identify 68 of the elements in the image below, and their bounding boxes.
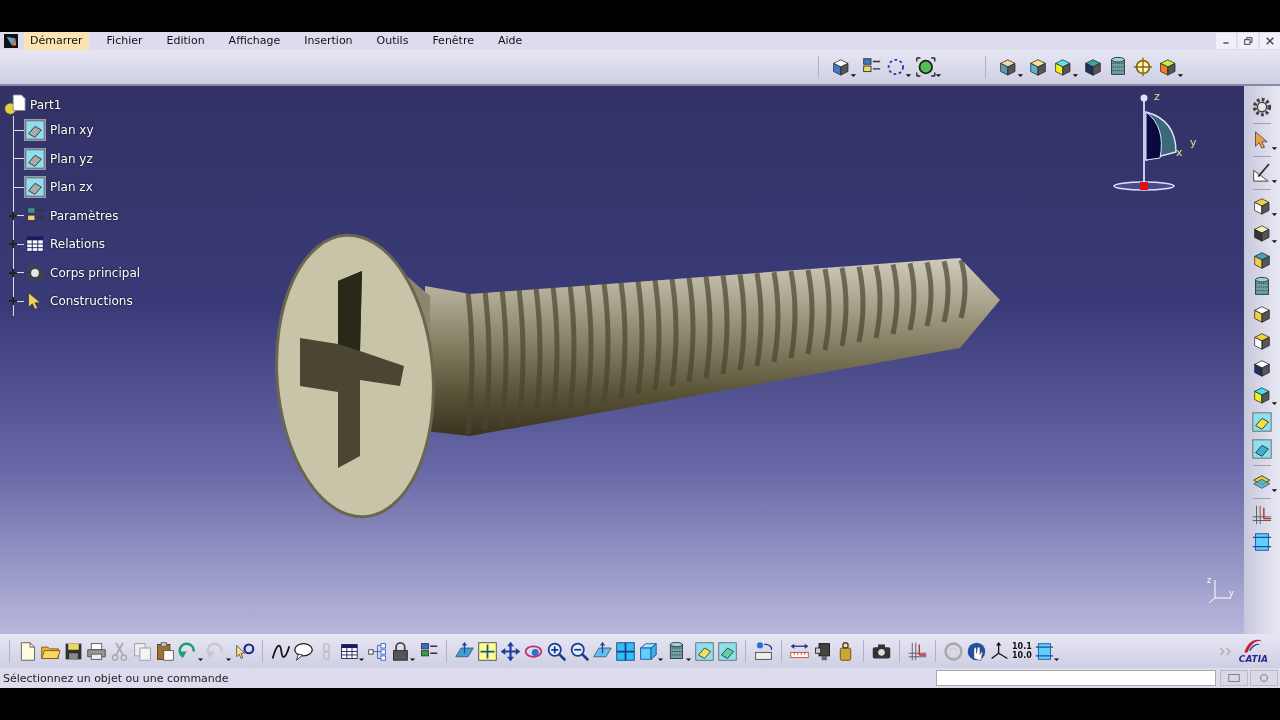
compass-drawing[interactable] — [1113, 94, 1177, 191]
target-icon[interactable] — [915, 56, 942, 78]
block-icon[interactable] — [1157, 56, 1184, 78]
tree-item[interactable]: Corps principal — [50, 265, 141, 280]
speech-bubble-icon[interactable] — [293, 640, 314, 662]
lock-icon[interactable] — [390, 640, 416, 662]
panel-button[interactable] — [1220, 670, 1248, 686]
menu-item[interactable]: Fichier — [100, 32, 149, 50]
status-message: Sélectionnez un objet ou une commande — [2, 671, 229, 685]
expand-toggle[interactable] — [8, 296, 18, 307]
block-icon[interactable] — [1027, 56, 1049, 78]
units-button[interactable]: 10.1 10.0 — [1012, 642, 1032, 660]
axes-icon[interactable] — [989, 640, 1010, 662]
menu-item[interactable]: Edition — [160, 32, 211, 50]
restore-icon[interactable] — [1238, 33, 1258, 49]
minimize-icon[interactable] — [1216, 33, 1236, 49]
plane-icon — [24, 147, 46, 170]
clipboard-icon[interactable] — [155, 640, 176, 662]
expand-toggle[interactable] — [8, 239, 18, 250]
expand-toggle[interactable] — [8, 210, 18, 221]
zoom-in-icon[interactable] — [546, 640, 567, 662]
gear-icon — [24, 261, 46, 284]
multi-view-icon[interactable] — [615, 640, 636, 662]
cube-icon[interactable] — [1052, 56, 1079, 78]
axis-icon — [1208, 579, 1232, 604]
axis-label: z — [1154, 90, 1160, 103]
tree-item[interactable]: Plan zx — [50, 180, 93, 195]
menu-item[interactable]: Démarrer — [24, 32, 89, 50]
menu-item[interactable]: Insertion — [298, 32, 359, 50]
printer-icon[interactable] — [86, 640, 107, 662]
logo-text: CATIA — [1238, 654, 1268, 664]
ring-icon[interactable] — [885, 56, 912, 78]
settings-icon[interactable] — [1251, 96, 1273, 118]
fit-all-icon[interactable] — [477, 640, 498, 662]
tree-item[interactable]: Plan xy — [50, 123, 94, 138]
tree-item[interactable]: Paramètres — [50, 208, 119, 223]
cube-icon[interactable] — [1251, 384, 1278, 406]
block-icon[interactable] — [997, 56, 1024, 78]
menu-item[interactable]: Affichage — [222, 32, 287, 50]
pan-icon[interactable] — [500, 640, 521, 662]
cube-icon[interactable] — [638, 640, 664, 662]
axis-label: x — [1176, 146, 1183, 159]
close-icon[interactable] — [1260, 33, 1280, 49]
part-icon — [4, 94, 26, 116]
axis-label: y — [1190, 136, 1197, 149]
menu-item[interactable]: Aide — [492, 32, 529, 50]
menu-item[interactable]: Fenêtre — [426, 32, 480, 50]
shading-icon[interactable] — [694, 640, 715, 662]
tree-item[interactable]: Part1 — [30, 98, 62, 112]
plane-icon — [24, 176, 46, 199]
menu-item[interactable]: Outils — [370, 32, 415, 50]
grid-icon[interactable] — [907, 640, 928, 662]
expand-toggle[interactable] — [8, 267, 18, 278]
zoom-out-icon[interactable] — [569, 640, 590, 662]
sketch-icon[interactable] — [1251, 162, 1278, 184]
axis-label: y — [1229, 589, 1234, 598]
plane-icon — [24, 119, 46, 142]
shading-icon[interactable] — [717, 640, 738, 662]
tree-item[interactable]: Constructions — [50, 294, 133, 309]
panel-icon[interactable] — [1251, 531, 1273, 553]
app-icon[interactable] — [4, 34, 18, 48]
tree-item[interactable]: Relations — [50, 237, 106, 252]
axis-label: z — [1207, 576, 1212, 585]
tree-item[interactable]: Plan yz — [50, 151, 93, 166]
command-input[interactable] — [936, 670, 1216, 686]
help-icon[interactable] — [234, 640, 255, 662]
crosshair-icon[interactable] — [1132, 56, 1154, 78]
tree-icon[interactable] — [367, 640, 388, 662]
